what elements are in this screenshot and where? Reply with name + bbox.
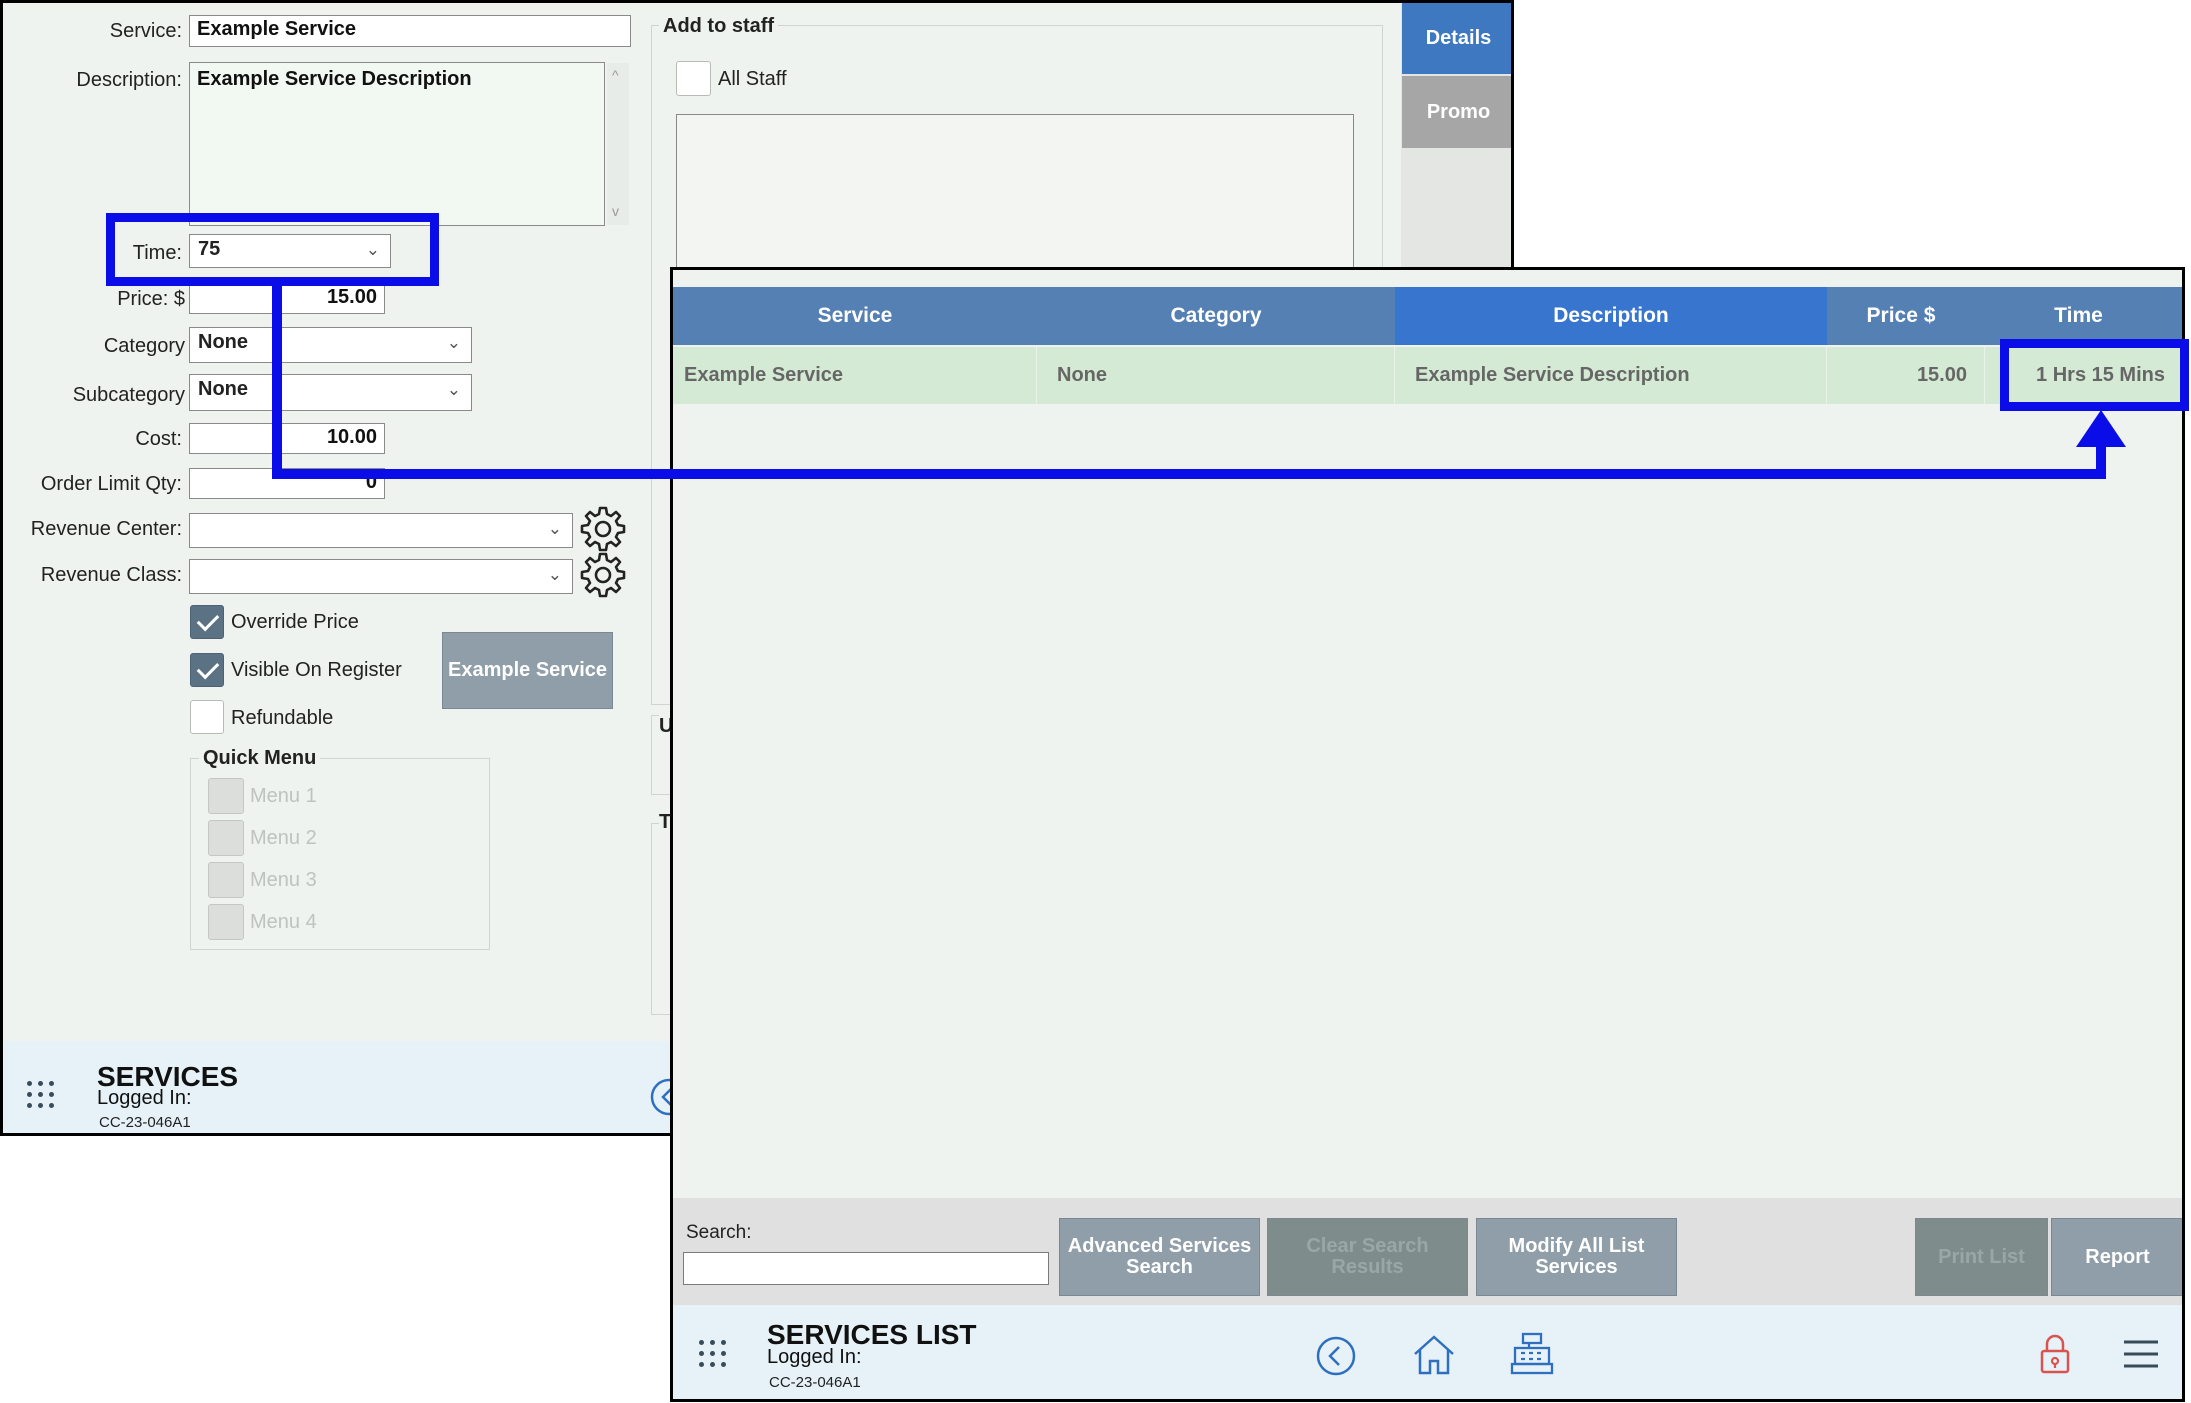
all-staff-checkbox[interactable]	[676, 61, 711, 96]
column-header-service[interactable]: Service	[673, 287, 1037, 345]
order-limit-label: Order Limit Qty:	[40, 473, 182, 495]
refundable-label: Refundable	[231, 707, 334, 729]
quick-menu-title: Quick Menu	[199, 747, 321, 770]
revenue-class-select[interactable]: ⌄	[189, 559, 573, 594]
report-button[interactable]: Report	[2051, 1218, 2182, 1296]
quick-menu-2-label: Menu 2	[250, 827, 317, 849]
visible-on-register-checkbox[interactable]	[190, 653, 224, 687]
list-footer-station-id: CC-23-046A1	[769, 1374, 861, 1391]
revenue-class-gear-icon[interactable]	[579, 551, 627, 599]
refundable-checkbox[interactable]	[190, 700, 224, 734]
list-footer-logged-in: Logged In:	[767, 1346, 862, 1368]
clear-search-results-button[interactable]: Clear Search Results	[1267, 1218, 1468, 1296]
add-to-staff-title: Add to staff	[659, 15, 779, 38]
column-header-description[interactable]: Description	[1395, 287, 1827, 345]
scroll-up-icon[interactable]: ^	[612, 67, 619, 83]
visible-on-register-label: Visible On Register	[231, 659, 402, 681]
all-staff-label: All Staff	[718, 68, 787, 90]
quick-menu-1-label: Menu 1	[250, 785, 317, 807]
modify-all-list-services-button[interactable]: Modify All List Services	[1476, 1218, 1677, 1296]
tab-promo[interactable]: Promo	[1402, 76, 1511, 148]
time-cell-highlight	[2000, 339, 2189, 411]
category-select-value: None	[198, 331, 248, 353]
app-grid-icon[interactable]	[27, 1081, 57, 1111]
quick-menu-1-checkbox[interactable]	[208, 778, 244, 814]
column-header-price[interactable]: Price $	[1827, 287, 1975, 345]
scroll-down-icon[interactable]: v	[612, 203, 619, 219]
description-textarea[interactable]: Example Service Description	[189, 62, 605, 226]
revenue-center-gear-icon[interactable]	[579, 505, 627, 553]
chevron-down-icon: ⌄	[547, 519, 562, 538]
cost-input[interactable]: 10.00	[189, 423, 385, 454]
search-input[interactable]	[683, 1252, 1049, 1285]
override-price-label: Override Price	[231, 611, 359, 633]
service-label: Service:	[109, 20, 182, 42]
price-label: Price: $	[117, 288, 185, 310]
advanced-services-search-button[interactable]: Advanced Services Search	[1059, 1218, 1260, 1296]
search-label: Search:	[686, 1222, 752, 1243]
quick-menu-4-label: Menu 4	[250, 911, 317, 933]
cell-service[interactable]: Example Service	[673, 347, 1037, 404]
revenue-center-label: Revenue Center:	[30, 518, 182, 540]
description-scrollbar[interactable]: ^ v	[607, 63, 629, 225]
subcategory-select[interactable]: None ⌄	[189, 374, 472, 411]
quick-menu-3-label: Menu 3	[250, 869, 317, 891]
chevron-down-icon: ⌄	[547, 565, 562, 584]
app-grid-icon[interactable]	[699, 1340, 729, 1370]
home-icon[interactable]	[1411, 1333, 1457, 1377]
detail-footer-logged-in: Logged In:	[97, 1087, 192, 1109]
description-label: Description:	[76, 69, 182, 91]
revenue-center-select[interactable]: ⌄	[189, 513, 573, 548]
print-list-button[interactable]: Print List	[1915, 1218, 2048, 1296]
cell-description[interactable]: Example Service Description	[1395, 347, 1827, 404]
override-price-checkbox[interactable]	[190, 605, 224, 639]
cell-price[interactable]: 15.00	[1827, 347, 1985, 404]
back-circle-icon[interactable]	[1315, 1335, 1357, 1377]
detail-footer-station-id: CC-23-046A1	[99, 1114, 191, 1131]
subcategory-label: Subcategory	[72, 384, 185, 406]
category-select[interactable]: None ⌄	[189, 327, 472, 363]
hamburger-menu-icon[interactable]	[2122, 1338, 2160, 1370]
quick-menu-3-checkbox[interactable]	[208, 862, 244, 898]
tab-details[interactable]: Details	[1402, 3, 1511, 74]
quick-menu-2-checkbox[interactable]	[208, 820, 244, 856]
services-list-window: Service Category Description Price $ Tim…	[670, 267, 2185, 1402]
cash-register-icon[interactable]	[1509, 1331, 1555, 1377]
cost-label: Cost:	[135, 428, 182, 450]
cell-category[interactable]: None	[1037, 347, 1395, 404]
order-limit-input[interactable]: 0	[189, 468, 385, 499]
quick-menu-4-checkbox[interactable]	[208, 904, 244, 940]
price-input[interactable]: 15.00	[189, 283, 385, 314]
service-name-input[interactable]: Example Service	[189, 15, 631, 47]
time-field-highlight	[106, 213, 439, 286]
lock-icon[interactable]	[2038, 1332, 2072, 1376]
list-footer: SERVICES LIST Logged In: CC-23-046A1	[673, 1305, 2182, 1399]
chevron-down-icon: ⌄	[446, 380, 461, 399]
example-service-preview-button[interactable]: Example Service	[442, 632, 613, 709]
subcategory-select-value: None	[198, 378, 248, 400]
column-header-category[interactable]: Category	[1037, 287, 1395, 345]
revenue-class-label: Revenue Class:	[40, 564, 182, 586]
column-header-time[interactable]: Time	[1975, 287, 2182, 345]
category-label: Category	[103, 335, 185, 357]
chevron-down-icon: ⌄	[446, 333, 461, 352]
